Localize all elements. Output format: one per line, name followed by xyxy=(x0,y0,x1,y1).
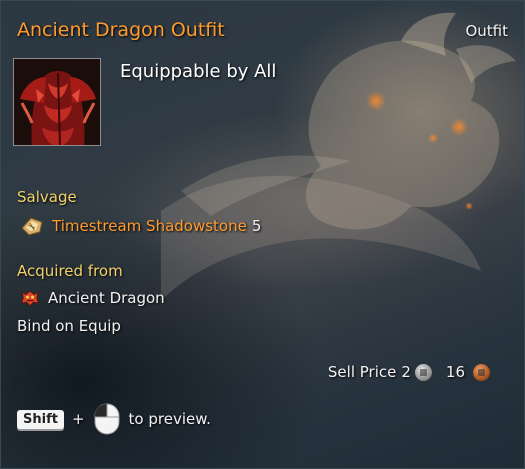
item-thumbnail xyxy=(13,58,101,146)
equip-restriction: Equippable by All xyxy=(120,61,277,82)
preview-hint: Shift + to preview. xyxy=(17,403,211,435)
salvage-heading: Salvage xyxy=(17,188,77,206)
sell-price-copper-amount: 16 xyxy=(445,363,465,381)
shift-key-icon: Shift xyxy=(17,409,64,429)
sell-price: Sell Price 2 16 xyxy=(328,363,494,381)
mouse-left-click-icon xyxy=(94,403,120,435)
salvage-material-row: Timestream Shadowstone 5 xyxy=(19,213,261,239)
silver-coin-icon xyxy=(414,363,432,381)
sell-price-silver-amount: 2 xyxy=(401,363,411,381)
copper-coin-icon xyxy=(473,363,490,381)
preview-hint-text: to preview. xyxy=(128,410,211,428)
acquired-source-name: Ancient Dragon xyxy=(48,289,165,307)
preview-plus-sign: + xyxy=(71,410,85,428)
ancient-dragon-icon xyxy=(20,290,40,307)
item-name: Ancient Dragon Outfit xyxy=(17,19,225,41)
item-tooltip: Ancient Dragon Outfit Outfit Equippable … xyxy=(0,0,525,469)
acquired-source-row: Ancient Dragon xyxy=(19,287,165,309)
timestream-shadowstone-icon xyxy=(21,217,43,236)
salvage-material-name: Timestream Shadowstone xyxy=(52,217,247,235)
acquired-from-heading: Acquired from xyxy=(17,262,123,280)
bind-row: Bind on Equip xyxy=(17,317,121,335)
item-type-label: Outfit xyxy=(465,22,508,40)
sell-price-label: Sell Price xyxy=(327,363,397,381)
dragon-outfit-icon xyxy=(14,59,100,145)
bind-on-equip-text: Bind on Equip xyxy=(17,317,121,335)
salvage-material-quantity: 5 xyxy=(251,217,262,235)
